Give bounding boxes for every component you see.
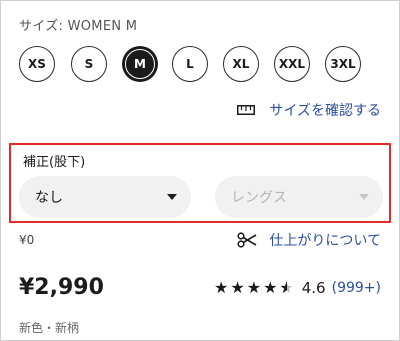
size-option-m[interactable]: M [122,46,158,82]
price: ¥2,990 [19,275,104,300]
star-icon: ★ [263,278,278,297]
hem-fee: ¥0 [19,233,35,247]
size-option-xxl[interactable]: XXL [274,46,310,82]
ruler-icon [237,105,256,115]
size-option-3xl[interactable]: 3XL [325,46,361,82]
half-star-icon: ★ ★ [279,278,294,297]
rating[interactable]: ★ ★ ★ ★ ★ ★ 4.6 (999+) [212,278,381,297]
size-option-s[interactable]: S [71,46,107,82]
review-count[interactable]: (999+) [332,280,381,296]
finish-info-link[interactable]: 仕上がりについて [237,230,381,250]
size-guide-link[interactable]: サイズを確認する [237,100,381,120]
star-icon: ★ [230,278,245,297]
size-guide-label: サイズを確認する [269,103,381,119]
finish-link-label: 仕上がりについて [269,233,381,249]
hem-type-select[interactable]: なし [19,176,191,218]
size-option-xl[interactable]: XL [223,46,259,82]
star-rating: ★ ★ ★ ★ ★ ★ [212,278,294,297]
product-tags: 新色・新柄 [19,321,80,335]
size-option-xs[interactable]: XS [19,46,55,82]
hem-length-select: レングス [215,176,383,218]
rating-score: 4.6 [301,278,326,297]
size-selector: XS S M L XL XXL 3XL [19,46,389,86]
size-label: サイズ: WOMEN M [19,19,138,34]
hem-adjustment-section: 補正(股下) なし レングス [9,143,391,223]
hem-length-placeholder: レングス [231,190,287,206]
chevron-down-icon [359,194,369,200]
hem-label: 補正(股下) [23,155,86,170]
product-panel: サイズ: WOMEN M XS S M L XL XXL 3XL サイズを確認す… [0,0,400,341]
star-icon: ★ [246,278,262,297]
chevron-down-icon [167,194,177,200]
scissors-icon [237,232,257,248]
star-icon: ★ [214,278,229,297]
size-option-l[interactable]: L [172,46,208,82]
hem-type-value: なし [35,190,63,206]
